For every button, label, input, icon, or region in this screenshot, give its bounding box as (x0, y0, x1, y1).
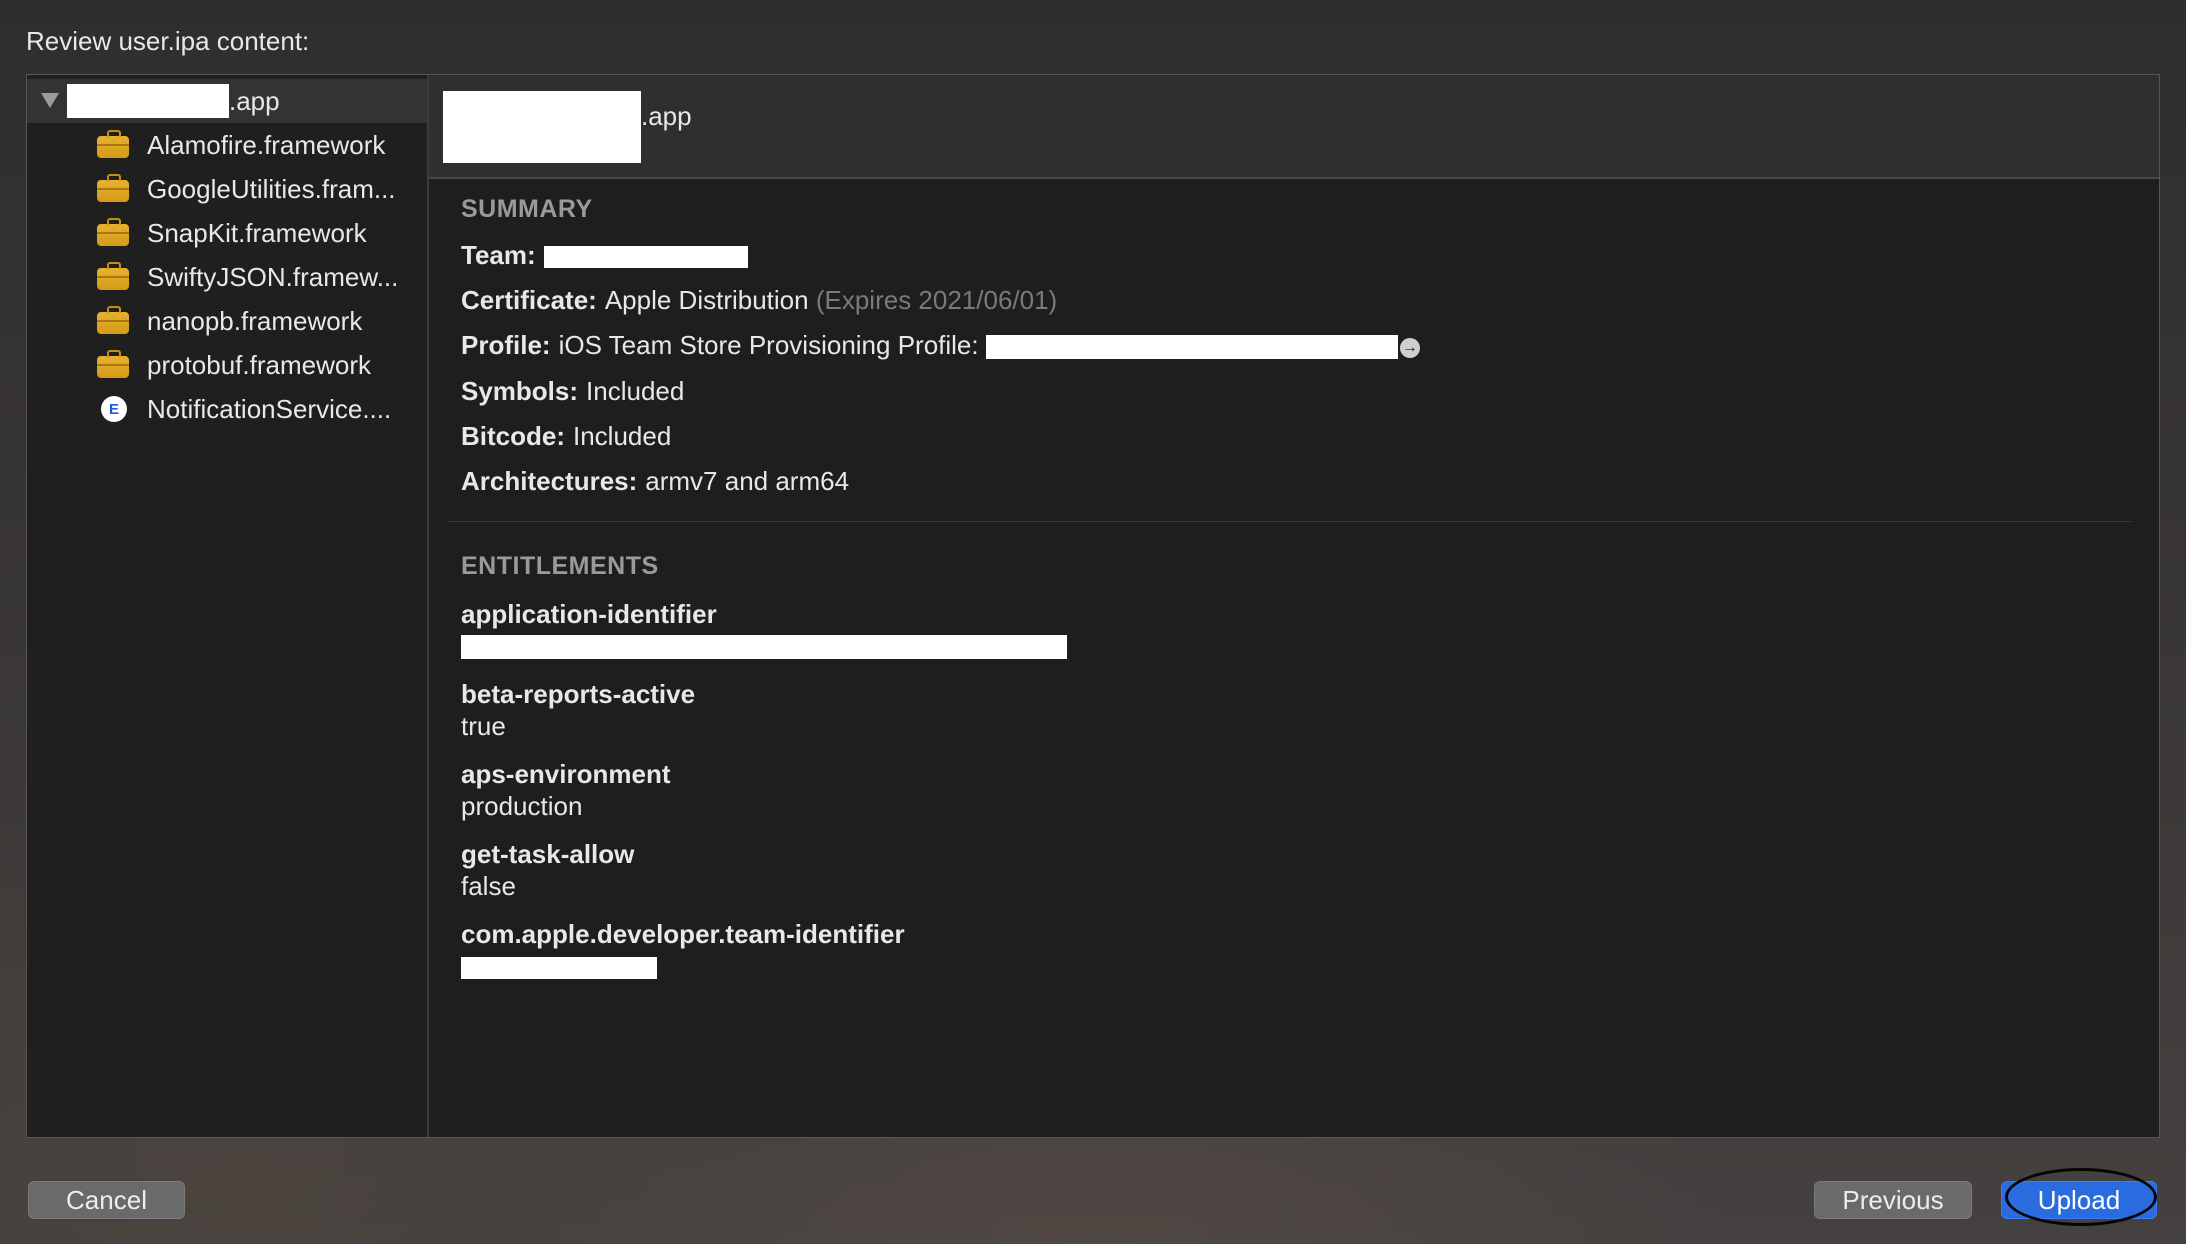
cancel-button[interactable]: Cancel (28, 1181, 185, 1219)
disclosure-triangle-icon[interactable] (41, 93, 59, 108)
entitlement-key: beta-reports-active (461, 679, 696, 709)
sidebar-item-label: .app (229, 85, 280, 116)
upload-button[interactable]: Upload (2001, 1181, 2157, 1219)
redacted-app-icon (443, 91, 641, 163)
detail-pane: .app SUMMARY Team: Certificate: Apple Dis… (429, 75, 2159, 1137)
redacted-team (543, 246, 748, 269)
architectures-row: Architectures: armv7 and arm64 (461, 466, 849, 497)
bitcode-row: Bitcode: Included (461, 421, 671, 452)
team-row: Team: (461, 240, 748, 271)
sidebar-item-notificationservice[interactable]: E NotificationService.... (27, 387, 427, 431)
redacted-profile-name (985, 335, 1398, 360)
briefcase-icon (97, 174, 129, 202)
content-panel: .app Alamofire.framework GoogleUtilities… (26, 74, 2160, 1138)
summary-heading: SUMMARY (461, 195, 593, 223)
entitlement-key: aps-environment (461, 759, 671, 789)
entitlement-value: false (461, 871, 516, 901)
redacted-entitlement-value (461, 635, 1067, 659)
certificate-key: Certificate: (461, 285, 597, 315)
sidebar-item-snapkit[interactable]: SnapKit.framework (27, 211, 427, 255)
app-extension-icon: E (101, 396, 127, 422)
briefcase-icon (97, 130, 129, 158)
profile-row: Profile: iOS Team Store Provisioning Prof… (461, 330, 1420, 361)
sidebar-item-app[interactable]: .app (27, 79, 427, 123)
entitlements-heading: ENTITLEMENTS (461, 552, 659, 580)
certificate-value: Apple Distribution (604, 285, 809, 315)
sidebar-item-alamofire[interactable]: Alamofire.framework (27, 123, 427, 167)
sidebar-item-label: GoogleUtilities.fram... (147, 173, 396, 204)
dialog-title: Review user.ipa content: (26, 26, 310, 56)
redacted-entitlement-value (461, 957, 657, 979)
certificate-row: Certificate: Apple Distribution (Expires … (461, 285, 1057, 316)
briefcase-icon (97, 262, 129, 290)
sidebar-item-label: nanopb.framework (147, 305, 363, 336)
briefcase-icon (97, 350, 129, 378)
briefcase-icon (97, 218, 129, 246)
sidebar-item-label: SwiftyJSON.framew... (147, 261, 399, 292)
sidebar-item-swiftyjson[interactable]: SwiftyJSON.framew... (27, 255, 427, 299)
sidebar-item-nanopb[interactable]: nanopb.framework (27, 299, 427, 343)
profile-value: iOS Team Store Provisioning Profile: (558, 330, 979, 360)
sidebar-item-googleutilities[interactable]: GoogleUtilities.fram... (27, 167, 427, 211)
team-key: Team: (461, 240, 536, 270)
sidebar-item-protobuf[interactable]: protobuf.framework (27, 343, 427, 387)
bitcode-key: Bitcode: (461, 421, 565, 451)
reveal-arrow-icon[interactable]: → (1399, 338, 1420, 358)
symbols-value: Included (586, 376, 685, 406)
entitlement-key: com.apple.developer.team-identifier (461, 919, 905, 949)
sidebar-item-label: SnapKit.framework (147, 217, 367, 248)
profile-key: Profile: (461, 330, 551, 360)
symbols-row: Symbols: Included (461, 376, 684, 407)
previous-button[interactable]: Previous (1814, 1181, 1972, 1219)
sidebar-item-label: NotificationService.... (147, 393, 392, 424)
sidebar-item-label: Alamofire.framework (147, 129, 386, 160)
bitcode-value: Included (573, 421, 672, 451)
app-title: .app (641, 101, 692, 131)
entitlement-key: get-task-allow (461, 839, 635, 869)
section-divider (447, 521, 2131, 522)
sidebar-item-label: protobuf.framework (147, 349, 371, 380)
entitlement-value: production (461, 791, 583, 821)
sidebar: .app Alamofire.framework GoogleUtilities… (27, 75, 429, 1137)
architectures-value: armv7 and arm64 (645, 466, 850, 496)
certificate-expiry: (Expires 2021/06/01) (815, 285, 1058, 315)
entitlement-key: application-identifier (461, 599, 717, 629)
redacted-app-name (67, 84, 229, 118)
briefcase-icon (97, 306, 129, 334)
symbols-key: Symbols: (461, 376, 579, 406)
architectures-key: Architectures: (461, 466, 638, 496)
entitlement-value: true (461, 711, 506, 741)
app-header: .app (429, 75, 2159, 179)
